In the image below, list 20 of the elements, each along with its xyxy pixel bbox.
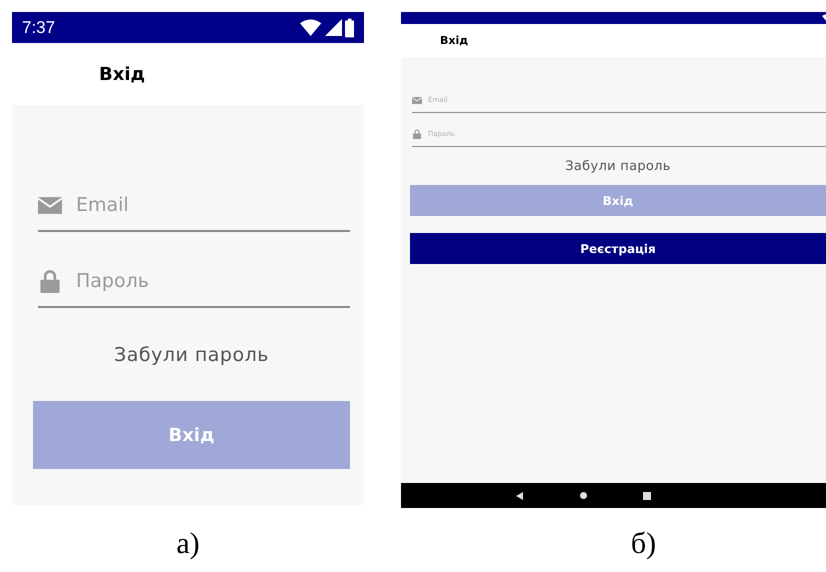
password-field[interactable]: Пароль bbox=[76, 270, 350, 292]
screen-title: Вхід bbox=[99, 64, 146, 84]
wifi-icon bbox=[300, 19, 322, 36]
clock-time: 7:37 bbox=[22, 18, 56, 38]
register-button[interactable]: Реєстрація bbox=[410, 233, 826, 264]
figure-caption: а) bbox=[176, 527, 200, 560]
signal-icon bbox=[324, 19, 342, 36]
forgot-password-link[interactable]: Забули пароль bbox=[565, 159, 671, 174]
forgot-password-link[interactable]: Забули пароль bbox=[114, 344, 269, 366]
email-field[interactable]: Email bbox=[76, 194, 350, 216]
home-icon[interactable] bbox=[580, 492, 587, 499]
recents-icon[interactable] bbox=[643, 492, 651, 500]
figure-caption: б) bbox=[630, 527, 656, 560]
back-icon[interactable] bbox=[516, 492, 524, 500]
battery-icon bbox=[344, 18, 354, 38]
screen-title: Вхід bbox=[440, 34, 468, 47]
mail-icon bbox=[38, 196, 62, 214]
mail-icon bbox=[412, 96, 422, 104]
lock-icon bbox=[413, 129, 421, 139]
lock-icon bbox=[40, 269, 60, 293]
